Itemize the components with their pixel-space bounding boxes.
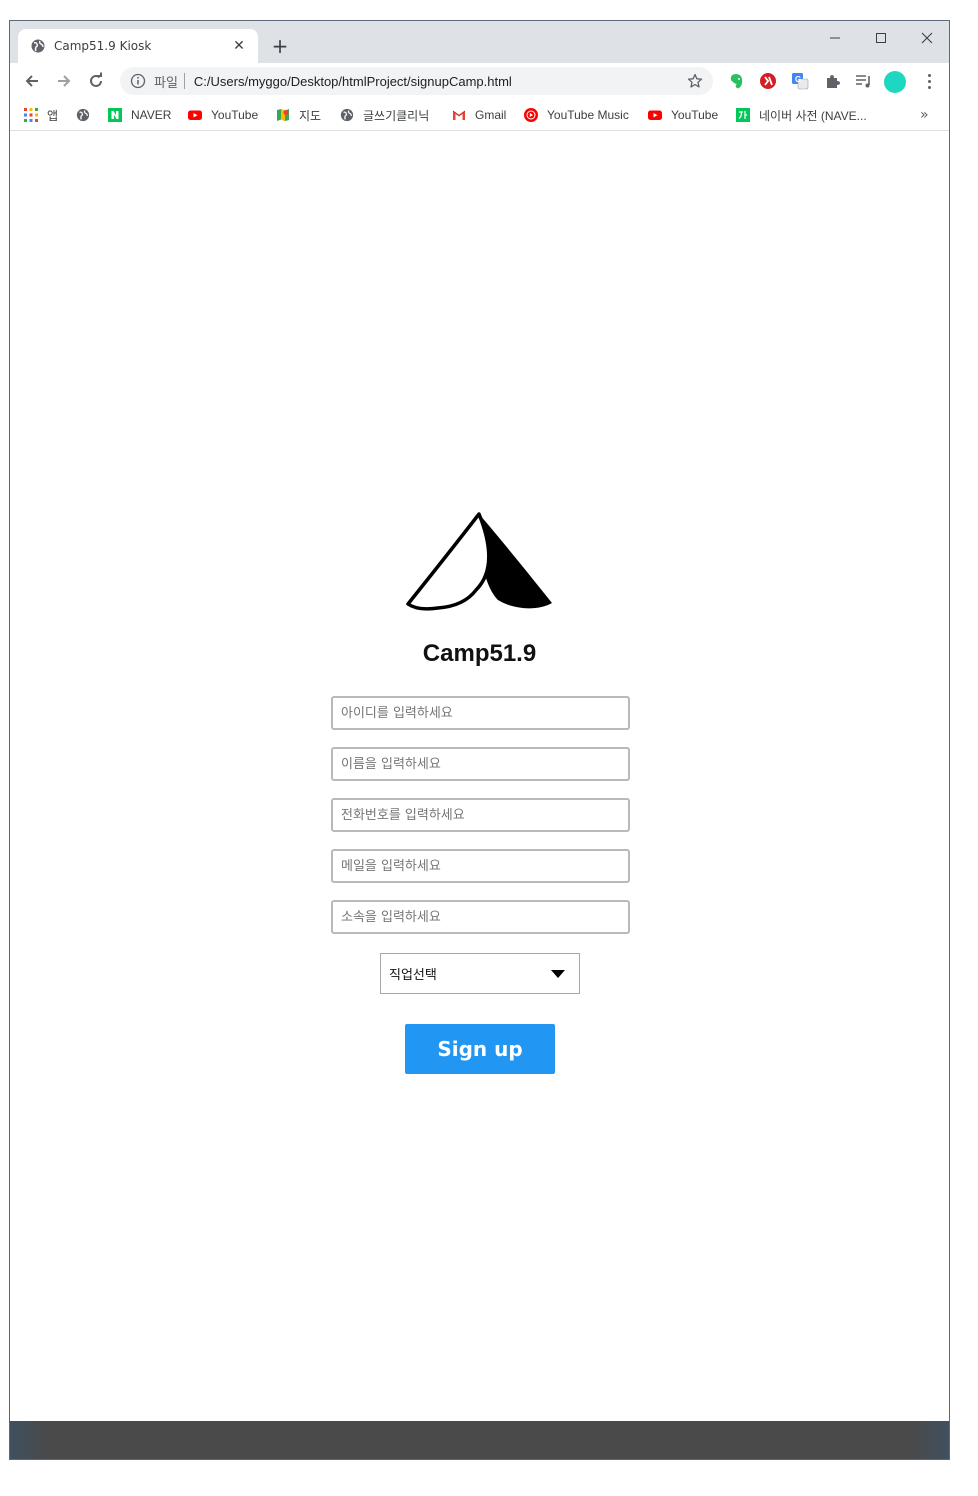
bookmark-youtube[interactable]: YouTube: [188, 105, 258, 125]
job-select[interactable]: 직업선택: [380, 953, 580, 994]
bookmark-label: YouTube: [211, 108, 259, 122]
svg-text:G: G: [795, 75, 801, 84]
bookmark-label: 앱: [47, 108, 59, 123]
youtube-icon: [188, 108, 202, 122]
address-bar[interactable]: 파일 C:/Users/myggo/Desktop/htmlProject/si…: [120, 67, 713, 95]
bookmark-label: YouTube Music: [547, 108, 629, 122]
back-button[interactable]: [20, 69, 44, 93]
close-window-button[interactable]: [905, 25, 949, 51]
menu-icon[interactable]: [920, 71, 938, 91]
youtube-icon: [648, 108, 662, 122]
reload-button[interactable]: [84, 69, 108, 93]
bookmark-label: 글쓰기클리닉: [363, 108, 430, 123]
media-queue-icon[interactable]: [854, 71, 874, 91]
naver-dictionary-icon: [736, 108, 750, 122]
arrow-left-icon: [25, 75, 38, 87]
maximize-icon: [876, 33, 886, 43]
bookmark-globe[interactable]: [76, 105, 99, 125]
bookmark-apps[interactable]: 앱: [24, 105, 58, 125]
forward-button[interactable]: [52, 69, 76, 93]
bookmarks-overflow-button[interactable]: »: [920, 107, 929, 123]
name-input[interactable]: [331, 747, 630, 781]
youtube-music-icon: [524, 108, 538, 122]
page-content: Camp51.9 직업선택 Sign up: [10, 132, 949, 1421]
close-tab-icon[interactable]: ✕: [230, 38, 248, 54]
omnibox-divider: [183, 73, 185, 89]
minimize-icon: [830, 37, 840, 39]
google-translate-icon[interactable]: G: [790, 71, 810, 91]
bookmark-naver[interactable]: NAVER: [108, 105, 171, 125]
bookmark-writing-clinic[interactable]: 글쓰기클리닉: [340, 105, 429, 125]
affiliation-input[interactable]: [331, 900, 630, 934]
info-icon[interactable]: [130, 73, 146, 89]
brand-title: Camp51.9: [422, 640, 537, 667]
apps-grid-icon: [24, 108, 38, 122]
red-extension-icon[interactable]: [758, 71, 778, 91]
minimize-button[interactable]: [813, 25, 857, 51]
globe-icon: [30, 38, 46, 54]
maximize-button[interactable]: [859, 25, 903, 51]
tab-strip: Camp51.9 Kiosk ✕ +: [10, 21, 949, 63]
bookmarks-bar: 앱 NAVER YouTube 지도 글쓰기클리닉 Gmail YouTube …: [10, 99, 949, 131]
signup-button[interactable]: Sign up: [405, 1024, 555, 1074]
extensions-puzzle-icon[interactable]: [822, 71, 842, 91]
bookmark-label: YouTube: [671, 108, 719, 122]
url-text[interactable]: C:/Users/myggo/Desktop/htmlProject/signu…: [194, 74, 687, 89]
globe-icon: [340, 108, 354, 122]
profile-avatar[interactable]: [884, 71, 906, 93]
caret-down-icon: [551, 969, 565, 978]
evernote-extension-icon[interactable]: [726, 71, 746, 91]
naver-icon: [108, 108, 122, 122]
bookmark-gmail[interactable]: Gmail: [452, 105, 506, 125]
maps-icon: [276, 108, 290, 122]
bookmark-label: Gmail: [475, 108, 507, 122]
new-tab-button[interactable]: +: [268, 35, 292, 59]
taskbar: [10, 1421, 949, 1459]
tab-active[interactable]: Camp51.9 Kiosk ✕: [18, 29, 258, 63]
bookmark-youtube-2[interactable]: YouTube: [648, 105, 718, 125]
phone-input[interactable]: [331, 798, 630, 832]
bookmark-naver-dictionary[interactable]: 네이버 사전 (NAVE...: [736, 105, 867, 125]
star-icon[interactable]: [687, 73, 703, 89]
browser-window: Camp51.9 Kiosk ✕ + 파일 C:/Users/myggo/Des…: [9, 20, 950, 1460]
bookmark-maps[interactable]: 지도: [276, 105, 321, 125]
reload-icon: [90, 72, 102, 87]
bookmark-label: 네이버 사전 (NAVE...: [759, 108, 867, 123]
scheme-label: 파일: [154, 75, 178, 91]
email-input[interactable]: [331, 849, 630, 883]
close-icon: [921, 32, 933, 44]
tent-logo: [406, 512, 552, 611]
bookmark-youtube-music[interactable]: YouTube Music: [524, 105, 629, 125]
browser-toolbar: 파일 C:/Users/myggo/Desktop/htmlProject/si…: [10, 63, 949, 99]
arrow-right-icon: [58, 75, 71, 87]
gmail-icon: [452, 108, 466, 122]
bookmark-label: 지도: [299, 108, 322, 123]
job-select-value: 직업선택: [389, 968, 437, 983]
bookmark-label: NAVER: [131, 108, 172, 122]
tab-title: Camp51.9 Kiosk: [54, 39, 152, 53]
id-input[interactable]: [331, 696, 630, 730]
globe-icon: [76, 108, 90, 122]
